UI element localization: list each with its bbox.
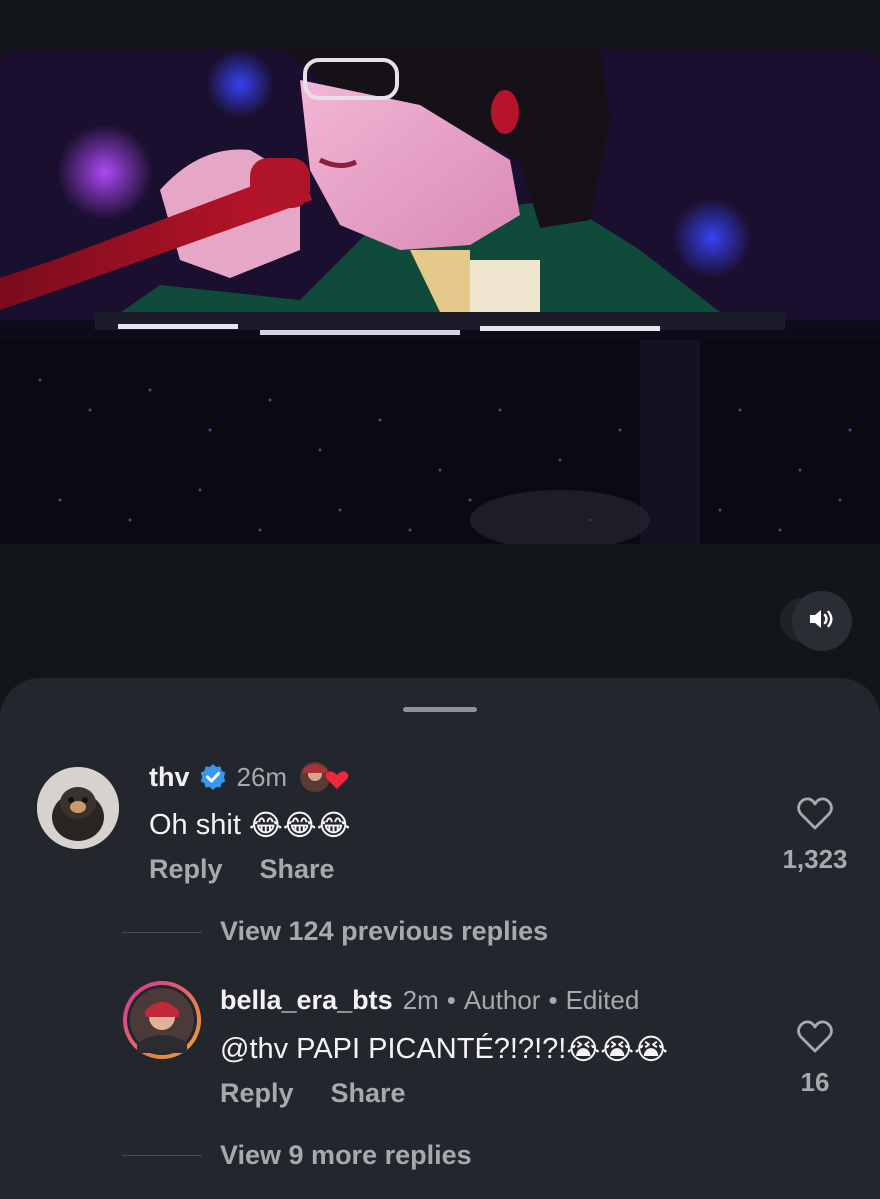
share-button[interactable]: Share: [260, 854, 335, 885]
screen: thv 26m Oh shit 😂😂😂 Reply Share 1,323 Vi…: [0, 0, 880, 1199]
view-previous-replies[interactable]: View 124 previous replies: [220, 916, 548, 947]
speaker-icon: [808, 607, 836, 636]
video-player[interactable]: [0, 50, 880, 544]
comment-actions: Reply Share: [149, 852, 335, 886]
comment-body: Oh shit 😂😂😂: [149, 805, 351, 845]
comment-actions: Reply Share: [220, 1076, 406, 1110]
like-heart-icon[interactable]: [796, 1018, 834, 1059]
comment-emoji: 😂😂😂: [248, 809, 351, 842]
comment-body: @thv PAPI PICANTÉ?!?!?! 😭😭😭: [220, 1029, 668, 1069]
avatar-with-story-ring[interactable]: [123, 981, 201, 1059]
author-label: Author: [463, 984, 541, 1015]
mute-button[interactable]: [792, 591, 852, 651]
mention-link[interactable]: @thv: [220, 1033, 288, 1066]
like-count: 16: [800, 1067, 830, 1097]
share-button[interactable]: Share: [331, 1078, 406, 1109]
comment-time: 26m: [236, 761, 288, 792]
reply-button[interactable]: Reply: [149, 854, 223, 885]
view-more-replies[interactable]: View 9 more replies: [220, 1140, 472, 1171]
meta-separator: •: [446, 984, 456, 1015]
comment-username[interactable]: thv: [149, 762, 190, 793]
like-heart-icon[interactable]: [796, 795, 834, 836]
meta-separator: •: [548, 984, 558, 1015]
comment-header: bella_era_bts 2m • Author • Edited: [220, 983, 639, 1017]
divider-line: [122, 1155, 202, 1156]
reply-button[interactable]: Reply: [220, 1078, 294, 1109]
comment-header: thv 26m: [149, 760, 349, 794]
liked-by-author-icon: [299, 759, 349, 795]
comments-sheet: thv 26m Oh shit 😂😂😂 Reply Share 1,323 Vi…: [0, 678, 880, 1199]
like-count: 1,323: [782, 844, 848, 874]
comment-text: Oh shit: [149, 808, 241, 841]
divider-line: [122, 932, 202, 933]
verified-badge-icon: [199, 763, 227, 791]
comment-text: PAPI PICANTÉ?!?!?!: [296, 1032, 567, 1065]
comment-emoji: 😭😭😭: [566, 1033, 669, 1066]
edited-label: Edited: [565, 984, 640, 1015]
sheet-drag-handle[interactable]: [403, 707, 477, 712]
concert-frame: [0, 50, 880, 544]
comment-username[interactable]: bella_era_bts: [220, 985, 393, 1016]
comment-time: 2m: [402, 984, 439, 1015]
avatar[interactable]: [37, 767, 119, 849]
